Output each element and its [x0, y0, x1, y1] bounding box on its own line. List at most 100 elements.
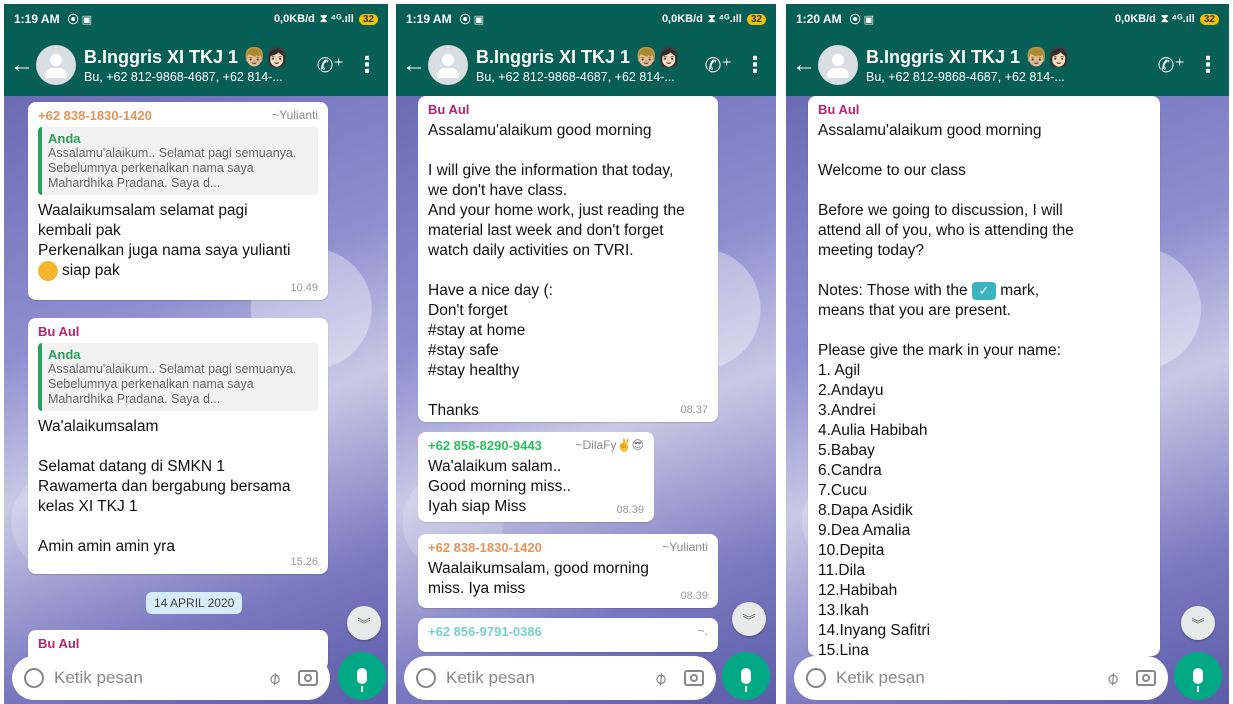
quoted-message[interactable]: Anda Assalamu'alaikum.. Selamat pagi sem… [38, 343, 318, 411]
message-input[interactable]: Ketik pesan ⌀ [404, 656, 716, 700]
message-time: 08.39 [616, 504, 644, 516]
more-options-icon[interactable]: ⋮ [1197, 52, 1219, 78]
quoted-sender: Anda [48, 131, 81, 146]
scroll-down-button[interactable]: ︾ [732, 602, 766, 636]
message-text-part-1: Assalamu'alaikum good morning Welcome to… [818, 122, 1074, 299]
chat-screen-1: 1:19 AM ⦿ ▣ 0,0KB/d ⧗ ⁴ᴳ.ıll 32 ← B.Ingg… [4, 4, 388, 704]
message-bubble[interactable]: Bu Aul Anda Assalamu'alaikum.. Selamat p… [28, 318, 328, 574]
chat-header: ← B.Inggris XI TKJ 1 👦🏼👩🏻 Bu, +62 812-98… [4, 34, 388, 96]
message-bubble[interactable]: +62 858-8290-9443 ~DilaFy✌️😎 Wa'alaikum s… [418, 432, 654, 522]
message-time: 15.26 [290, 556, 318, 568]
sender-nick: ~DilaFy✌️😎 [575, 438, 644, 452]
sender-name: Bu Aul [818, 102, 860, 117]
chat-screen-2: 1:19 AM ⦿ ▣ 0,0KB/d ⧗ ⁴ᴳ.ıll 32 ← B.Ingg… [396, 4, 776, 704]
camera-icon[interactable] [298, 670, 318, 686]
smiling-emoji-icon [38, 261, 58, 281]
input-placeholder: Ketik pesan [446, 668, 535, 687]
scroll-down-button[interactable]: ︾ [347, 606, 381, 640]
mic-button[interactable] [1174, 652, 1222, 700]
sender-phone: +62 838-1830-1420 [38, 108, 152, 123]
sender-nick: ~. [697, 624, 708, 638]
sender-phone: +62 838-1830-1420 [428, 540, 542, 555]
chat-header: ← B.Inggris XI TKJ 1 👦🏼👩🏻 Bu, +62 812-98… [786, 34, 1229, 96]
input-placeholder: Ketik pesan [836, 668, 925, 687]
add-call-icon[interactable]: ✆⁺ [317, 53, 344, 78]
sender-phone: +62 856-9791-0386 [428, 624, 542, 639]
message-bubble[interactable]: Bu Aul Assalamu'alaikum good morning I w… [418, 96, 718, 422]
status-bar: 1:20 AM ⦿ ▣ 0,0KB/d ⧗ ⁴ᴳ.ıll 32 [786, 4, 1229, 34]
group-name: B.Inggris XI TKJ 1 [476, 46, 631, 67]
status-time: 1:19 AM [406, 12, 452, 26]
message-text: Waalaikumsalam, good morning miss. Iya m… [428, 560, 649, 597]
chat-body[interactable]: Bu Aul Assalamu'alaikum good morning Wel… [786, 96, 1229, 704]
network-speed: 0,0KB/d [661, 13, 703, 25]
chat-title-area[interactable]: B.Inggris XI TKJ 1 👦🏼👩🏻 Bu, +62 812-9868… [476, 47, 693, 84]
notification-icons: ⦿ ▣ [459, 14, 485, 26]
mic-icon [741, 668, 751, 692]
back-arrow-icon[interactable]: ← [8, 51, 36, 79]
group-avatar[interactable] [36, 45, 76, 85]
message-text: Wa'alaikum salam.. Good morning miss.. I… [428, 458, 571, 515]
quoted-text: Assalamu'alaikum.. Selamat pagi semuanya… [48, 146, 297, 190]
message-input[interactable]: Ketik pesan ⌀ [12, 656, 330, 700]
group-members: Bu, +62 812-9868-4687, +62 814-... [866, 69, 1065, 84]
back-arrow-icon[interactable]: ← [400, 51, 428, 79]
emoji-icon[interactable] [806, 668, 826, 688]
message-text: Assalamu'alaikum good morning I will giv… [428, 122, 685, 419]
chat-body[interactable]: Bu Aul Assalamu'alaikum good morning I w… [396, 96, 776, 704]
chat-title-area[interactable]: B.Inggris XI TKJ 1 👦🏼👩🏻 Bu, +62 812-9868… [866, 47, 1146, 84]
message-time: 10.49 [290, 282, 318, 294]
message-bubble[interactable]: +62 838-1830-1420 ~Yulianti Anda Assalamu… [28, 102, 328, 300]
message-time: 08.39 [680, 590, 708, 602]
mic-icon [357, 668, 367, 692]
more-options-icon[interactable]: ⋮ [356, 52, 378, 78]
status-time: 1:19 AM [14, 12, 60, 26]
chat-title-area[interactable]: B.Inggris XI TKJ 1 👦🏼👩🏻 Bu, +62 812-9868… [84, 47, 305, 84]
add-call-icon[interactable]: ✆⁺ [705, 53, 732, 78]
message-bubble[interactable]: +62 856-9791-0386 ~. [418, 618, 718, 652]
mic-button[interactable] [722, 652, 770, 700]
message-input[interactable]: Ketik pesan ⌀ [794, 656, 1168, 700]
battery-icon: 32 [1199, 13, 1219, 25]
add-call-icon[interactable]: ✆⁺ [1158, 53, 1185, 78]
group-avatar[interactable] [818, 45, 858, 85]
date-chip: 14 APRIL 2020 [146, 592, 243, 614]
camera-icon[interactable] [684, 670, 704, 686]
message-text: Assalamu'alaikum good morning Welcome to… [818, 121, 1150, 656]
chat-body[interactable]: +62 838-1830-1420 ~Yulianti Anda Assalamu… [4, 96, 388, 704]
status-bar: 1:19 AM ⦿ ▣ 0,0KB/d ⧗ ⁴ᴳ.ıll 32 [396, 4, 776, 34]
emoji-icon[interactable] [24, 668, 44, 688]
sender-name: Bu Aul [38, 636, 80, 651]
message-text-part-2: mark, means that you are present. Please… [818, 282, 1061, 656]
signal-icon: ⧗ ⁴ᴳ.ıll [707, 12, 742, 25]
quoted-text: Assalamu'alaikum.. Selamat pagi semuanya… [48, 362, 297, 406]
scroll-down-button[interactable]: ︾ [1181, 606, 1215, 640]
message-text: Waalaikumsalam selamat pagi kembali pak … [38, 202, 291, 259]
mic-button[interactable] [338, 652, 386, 700]
battery-icon: 32 [746, 13, 766, 25]
title-emoji: 👦🏼👩🏻 [243, 46, 288, 67]
group-members: Bu, +62 812-9868-4687, +62 814-... [84, 69, 283, 84]
quoted-sender: Anda [48, 347, 81, 362]
notification-icons: ⦿ ▣ [849, 14, 875, 26]
input-placeholder: Ketik pesan [54, 668, 143, 687]
sender-phone: +62 858-8290-9443 [428, 438, 542, 453]
chat-screen-3: 1:20 AM ⦿ ▣ 0,0KB/d ⧗ ⁴ᴳ.ıll 32 ← B.Ingg… [786, 4, 1229, 704]
emoji-icon[interactable] [416, 668, 436, 688]
group-avatar[interactable] [428, 45, 468, 85]
more-options-icon[interactable]: ⋮ [744, 52, 766, 78]
message-text: Wa'alaikumsalam Selamat datang di SMKN 1… [38, 418, 291, 555]
group-name: B.Inggris XI TKJ 1 [84, 46, 239, 67]
camera-icon[interactable] [1136, 670, 1156, 686]
message-bubble[interactable]: Bu Aul Assalamu'alaikum good morning Wel… [808, 96, 1160, 656]
network-speed: 0,0KB/d [1114, 13, 1156, 25]
chat-header: ← B.Inggris XI TKJ 1 👦🏼👩🏻 Bu, +62 812-98… [396, 34, 776, 96]
back-arrow-icon[interactable]: ← [790, 51, 818, 79]
status-time: 1:20 AM [796, 12, 842, 26]
message-bubble[interactable]: +62 838-1830-1420 ~Yulianti Waalaikumsala… [418, 534, 718, 608]
title-emoji: 👦🏼👩🏻 [635, 46, 680, 67]
title-emoji: 👦🏼👩🏻 [1025, 46, 1070, 67]
mic-icon [1193, 668, 1203, 692]
quoted-message[interactable]: Anda Assalamu'alaikum.. Selamat pagi sem… [38, 127, 318, 195]
status-bar: 1:19 AM ⦿ ▣ 0,0KB/d ⧗ ⁴ᴳ.ıll 32 [4, 4, 388, 34]
